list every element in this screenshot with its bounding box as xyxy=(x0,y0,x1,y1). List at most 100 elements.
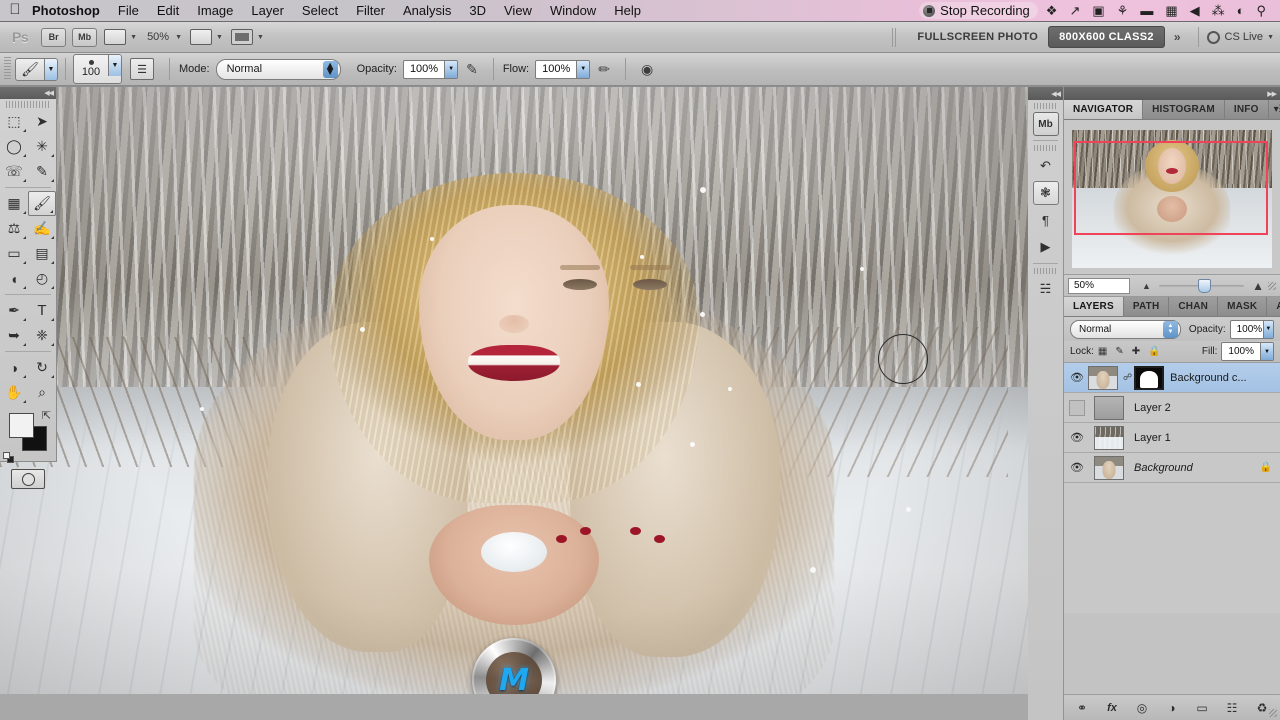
eraser-tool[interactable]: ▭ xyxy=(0,241,28,266)
custom-shape-tool[interactable]: ❈ xyxy=(28,323,56,348)
display-icon[interactable]: ▬ xyxy=(1134,4,1159,17)
layer-visibility-toggle[interactable]: 👁 xyxy=(1066,461,1088,474)
table-row[interactable]: 👁 Layer 1 xyxy=(1064,423,1280,453)
menu-photoshop[interactable]: Photoshop xyxy=(30,0,109,22)
layer-name[interactable]: Background c... xyxy=(1170,372,1246,384)
tab-navigator[interactable]: NAVIGATOR xyxy=(1064,100,1144,119)
menu-file[interactable]: File xyxy=(109,0,148,22)
menu-select[interactable]: Select xyxy=(293,0,347,22)
zoom-level-dropdown[interactable]: 50% ▼ xyxy=(145,31,182,43)
layer-blend-mode-select[interactable]: Normal ▲ ▼ xyxy=(1070,319,1181,339)
tools-panel-grip[interactable] xyxy=(6,101,50,108)
adjustment-layer-icon[interactable]: ◑ xyxy=(1164,700,1181,716)
marquee-tool[interactable]: ⬚ xyxy=(0,109,28,134)
history-brush-tool[interactable]: ✍ xyxy=(28,216,56,241)
zoom-tool[interactable]: ⌕ xyxy=(28,380,56,405)
layer-thumbnail[interactable] xyxy=(1088,365,1118,390)
navigator-view-box[interactable] xyxy=(1074,141,1268,235)
opacity-field[interactable]: 100% ▼ xyxy=(402,59,459,79)
add-mask-icon[interactable]: ◎ xyxy=(1134,700,1151,716)
menu-layer[interactable]: Layer xyxy=(242,0,293,22)
history-dock-icon[interactable]: ↶ xyxy=(1033,154,1059,178)
workspace-drag-grip[interactable] xyxy=(892,27,898,47)
menu-filter[interactable]: Filter xyxy=(347,0,394,22)
menu-edit[interactable]: Edit xyxy=(148,0,188,22)
layer-mask-thumbnail[interactable] xyxy=(1134,365,1165,390)
spot-healing-tool[interactable]: ▦ xyxy=(0,191,28,216)
foreground-color-swatch[interactable] xyxy=(9,413,34,438)
layer-visibility-toggle[interactable] xyxy=(1066,399,1088,416)
layer-visibility-toggle[interactable]: 👁 xyxy=(1066,431,1088,444)
timemachine-icon[interactable]: ⚘ xyxy=(1111,4,1135,17)
lock-transparency-icon[interactable]: ▦ xyxy=(1098,346,1107,357)
layer-thumbnail[interactable] xyxy=(1094,425,1124,450)
brushes-dock-icon[interactable]: ❃ xyxy=(1032,181,1059,205)
layer-name[interactable]: Layer 1 xyxy=(1134,432,1171,444)
dock-grip[interactable] xyxy=(1034,145,1057,151)
blur-tool[interactable]: ◖ xyxy=(0,266,28,291)
navigator-zoom-slider[interactable] xyxy=(1158,278,1245,293)
tools-panel-header[interactable]: ◀◀ xyxy=(0,87,56,99)
layer-style-fx-icon[interactable]: fx xyxy=(1104,700,1121,716)
dodge-tool[interactable]: ◴ xyxy=(28,266,56,291)
launch-bridge-button[interactable]: Br xyxy=(41,27,67,47)
launch-mini-bridge-button[interactable]: Mb xyxy=(72,27,98,47)
magic-wand-tool[interactable]: ✳ xyxy=(28,134,56,159)
truck-icon[interactable]: ▣ xyxy=(1086,4,1110,17)
pressure-flow-icon[interactable]: ✏ xyxy=(598,61,610,78)
clone-stamp-tool[interactable]: ⚖ xyxy=(0,216,28,241)
menu-3d[interactable]: 3D xyxy=(460,0,495,22)
rotate-3d-tool[interactable]: ◑ xyxy=(0,355,28,380)
menu-analysis[interactable]: Analysis xyxy=(394,0,460,22)
animation-dock-icon[interactable]: ▶ xyxy=(1033,235,1059,259)
menu-image[interactable]: Image xyxy=(188,0,242,22)
menu-help[interactable]: Help xyxy=(605,0,650,22)
panel-resize-grip[interactable] xyxy=(1269,709,1277,717)
flow-field[interactable]: 100% ▼ xyxy=(535,59,591,79)
brush-preset-picker[interactable]: 100 ▼ xyxy=(73,54,122,84)
slider-knob[interactable] xyxy=(1198,278,1212,293)
scanner-icon[interactable]: ↗ xyxy=(1063,4,1086,17)
tool-presets-dock-icon[interactable]: ☵ xyxy=(1033,277,1059,301)
tab-histogram[interactable]: HISTOGRAM xyxy=(1143,100,1225,119)
layer-name[interactable]: Layer 2 xyxy=(1134,402,1171,414)
default-colors-icon[interactable] xyxy=(3,452,14,463)
workspace-more-icon[interactable]: » xyxy=(1165,30,1190,44)
table-row[interactable]: 👁 Background 🔒 xyxy=(1064,453,1280,483)
menu-window[interactable]: Window xyxy=(541,0,605,22)
blend-mode-select[interactable]: Normal ▲ ▼ xyxy=(215,58,341,80)
dropbox-icon[interactable]: ❖ xyxy=(1040,4,1064,17)
navigator-panel-menu-icon[interactable]: ▾☰ xyxy=(1269,100,1280,119)
eyedropper-tool[interactable]: ✎ xyxy=(28,159,56,184)
table-row[interactable]: Layer 2 xyxy=(1064,393,1280,423)
view-extras-dropdown[interactable]: ▼ xyxy=(104,29,137,45)
tab-adjustments[interactable]: ADJU xyxy=(1267,297,1280,316)
pressure-opacity-icon[interactable]: ✎ xyxy=(466,61,478,78)
hand-tool[interactable]: ✋ xyxy=(0,380,28,405)
spotlight-search-icon[interactable]: ⚲ xyxy=(1250,4,1272,17)
dock-grip[interactable] xyxy=(1034,103,1057,109)
brush-tool[interactable]: 🖌 xyxy=(28,191,56,216)
zoom-in-icon[interactable]: ▲ xyxy=(1252,279,1264,293)
volume-icon[interactable]: ◀ xyxy=(1184,4,1206,17)
arrange-documents-dropdown[interactable]: ▼ xyxy=(190,29,223,45)
document-canvas[interactable]: M xyxy=(0,87,1028,720)
gradient-tool[interactable]: ▤ xyxy=(28,241,56,266)
brush-panel-toggle-icon[interactable]: ☰ xyxy=(130,58,154,80)
dock-grip[interactable] xyxy=(1034,268,1057,274)
zoom-out-icon[interactable]: ▲ xyxy=(1142,281,1151,291)
tab-layers[interactable]: LAYERS xyxy=(1064,297,1124,316)
mini-bridge-dock-icon[interactable]: Mb xyxy=(1032,112,1059,136)
lock-all-icon[interactable]: 🔒 xyxy=(1148,346,1160,357)
cs-live-menu[interactable]: CS Live ▼ xyxy=(1206,30,1274,44)
link-layers-icon[interactable]: ⚭ xyxy=(1074,700,1091,716)
layer-name[interactable]: Background xyxy=(1134,462,1193,474)
options-bar-grip[interactable] xyxy=(4,57,11,81)
pen-tool[interactable]: ✒ xyxy=(0,298,28,323)
move-tool[interactable]: ➤ xyxy=(28,109,56,134)
wifi-icon[interactable]: ◐ xyxy=(1231,4,1251,17)
layer-thumbnail[interactable] xyxy=(1094,455,1124,480)
layer-visibility-toggle[interactable]: 👁 xyxy=(1066,371,1088,384)
menu-view[interactable]: View xyxy=(495,0,541,22)
workspace-800x600-class2[interactable]: 800X600 CLASS2 xyxy=(1048,26,1165,48)
